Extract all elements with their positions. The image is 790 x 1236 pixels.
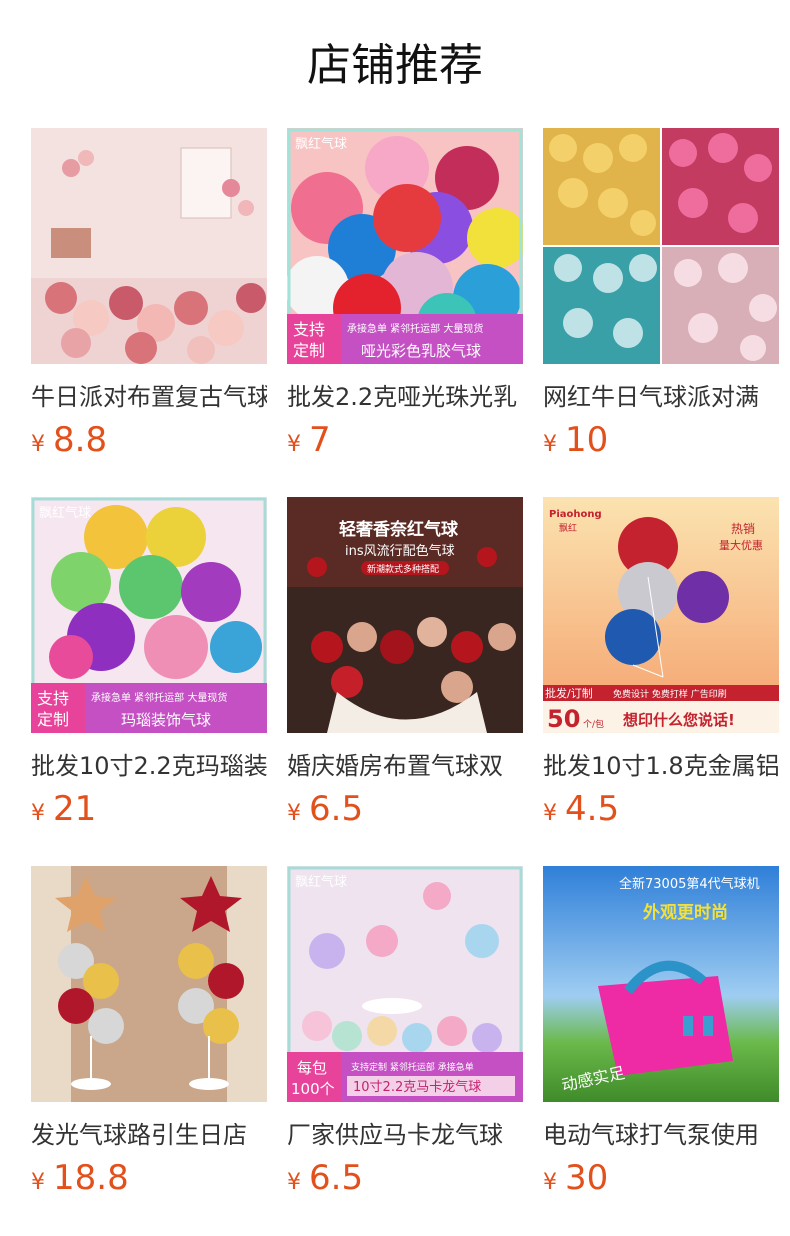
product-image[interactable]: 轻奢香奈红气球 ins风流行配色气球 新潮款式多种搭配 (287, 497, 523, 733)
price-value: 30 (565, 1158, 609, 1198)
product-image[interactable]: Piaohong 飘红 热销 量大优惠 批发/订制 免费设计 免费打样 广告印刷… (543, 497, 779, 733)
product-name[interactable]: 厂家供应马卡龙气球 (287, 1120, 523, 1150)
section-title: 店铺推荐 (307, 40, 483, 91)
currency-symbol: ¥ (543, 432, 557, 457)
svg-text:批发/订制: 批发/订制 (545, 686, 593, 700)
svg-text:新潮款式多种搭配: 新潮款式多种搭配 (367, 563, 439, 575)
currency-symbol: ¥ (287, 1170, 301, 1195)
svg-text:玛瑙装饰气球: 玛瑙装饰气球 (121, 711, 211, 729)
product-card[interactable]: 轻奢香奈红气球 ins风流行配色气球 新潮款式多种搭配 婚庆婚房布置气球双 ¥6… (287, 497, 523, 829)
product-name[interactable]: 批发10寸2.2克玛瑙装 (31, 751, 267, 781)
product-price: ¥4.5 (543, 789, 779, 829)
svg-text:定制: 定制 (37, 710, 69, 729)
product-price: ¥8.8 (31, 420, 267, 460)
product-name[interactable]: 批发2.2克哑光珠光乳 (287, 382, 523, 412)
product-card[interactable]: 牛日派对布置复古气球 ¥8.8 (31, 128, 267, 460)
price-value: 21 (53, 789, 97, 829)
product-card[interactable]: 发光气球路引生日店 ¥18.8 (31, 866, 267, 1198)
currency-symbol: ¥ (287, 801, 301, 826)
price-value: 8.8 (53, 420, 108, 460)
currency-symbol: ¥ (31, 1170, 45, 1195)
product-card[interactable]: 飘红气球 支持 定制 承接急单 紧邻托运部 大量现货 玛瑙装饰气球 批发10寸2… (31, 497, 267, 829)
price-value: 6.5 (309, 789, 364, 829)
svg-text:10寸2.2克马卡龙气球: 10寸2.2克马卡龙气球 (353, 1079, 481, 1095)
product-price: ¥30 (543, 1158, 779, 1198)
product-price: ¥18.8 (31, 1158, 267, 1198)
price-value: 7 (309, 420, 331, 460)
currency-symbol: ¥ (31, 801, 45, 826)
product-card[interactable]: Piaohong 飘红 热销 量大优惠 批发/订制 免费设计 免费打样 广告印刷… (543, 497, 779, 829)
product-card[interactable]: 网红牛日气球派对满 ¥10 (543, 128, 779, 460)
svg-text:飘红气球: 飘红气球 (295, 874, 347, 890)
svg-text:50: 50 (547, 705, 580, 733)
svg-text:支持定制 紧邻托运部 承接急单: 支持定制 紧邻托运部 承接急单 (351, 1061, 474, 1073)
product-name[interactable]: 婚庆婚房布置气球双 (287, 751, 523, 781)
currency-symbol: ¥ (543, 801, 557, 826)
svg-text:Piaohong: Piaohong (549, 509, 602, 520)
svg-text:承接急单 紧邻托运部 大量现货: 承接急单 紧邻托运部 大量现货 (347, 322, 483, 335)
price-value: 4.5 (565, 789, 620, 829)
svg-text:个/包: 个/包 (583, 718, 604, 730)
product-image[interactable]: 飘红气球 每包 100个 支持定制 紧邻托运部 承接急单 10寸2.2克马卡龙气… (287, 866, 523, 1102)
product-name[interactable]: 批发10寸1.8克金属铝 (543, 751, 779, 781)
product-price: ¥6.5 (287, 1158, 523, 1198)
product-name[interactable]: 牛日派对布置复古气球 (31, 382, 267, 412)
svg-text:免费设计 免费打样 广告印刷: 免费设计 免费打样 广告印刷 (613, 688, 727, 700)
svg-text:飘红: 飘红 (559, 522, 577, 534)
svg-text:定制: 定制 (293, 341, 325, 360)
product-image[interactable] (543, 128, 779, 364)
product-image[interactable]: 飘红气球 支持 定制 承接急单 紧邻托运部 大量现货 哑光彩色乳胶气球 (287, 128, 523, 364)
store-recommendations-page: 店铺推荐 牛日派对布置复古气球 ¥ 8.8 飘红气球 支持 定制 承接急单 紧邻… (0, 0, 790, 1236)
svg-text:支持: 支持 (37, 689, 69, 708)
product-price: ¥7 (287, 420, 523, 460)
svg-text:想印什么您说话!: 想印什么您说话! (622, 711, 735, 729)
product-image[interactable] (31, 866, 267, 1102)
svg-text:外观更时尚: 外观更时尚 (643, 902, 728, 923)
product-price: ¥21 (31, 789, 267, 829)
brand-watermark: 飘红气球 (295, 136, 347, 152)
currency-symbol: ¥ (31, 432, 45, 457)
product-name[interactable]: 发光气球路引生日店 (31, 1120, 267, 1150)
price-value: 6.5 (309, 1158, 364, 1198)
svg-text:热销: 热销 (731, 522, 755, 536)
svg-text:支持: 支持 (293, 320, 325, 339)
product-price: ¥10 (543, 420, 779, 460)
svg-text:ins风流行配色气球: ins风流行配色气球 (345, 543, 455, 559)
product-name[interactable]: 网红牛日气球派对满 (543, 382, 779, 412)
product-image[interactable] (31, 128, 267, 364)
product-card[interactable]: 全新73005第4代气球机 外观更时尚 动感实足 电动气球打气泵使用 ¥30 (543, 866, 779, 1198)
svg-text:哑光彩色乳胶气球: 哑光彩色乳胶气球 (361, 342, 481, 360)
svg-text:轻奢香奈红气球: 轻奢香奈红气球 (339, 519, 459, 540)
product-name[interactable]: 电动气球打气泵使用 (543, 1120, 779, 1150)
product-image[interactable]: 全新73005第4代气球机 外观更时尚 动感实足 (543, 866, 779, 1102)
svg-text:100个: 100个 (291, 1080, 335, 1098)
product-card[interactable]: 飘红气球 支持 定制 承接急单 紧邻托运部 大量现货 哑光彩色乳胶气球 批发2.… (287, 128, 523, 460)
price-value: 18.8 (53, 1158, 129, 1198)
price-value: 10 (565, 420, 609, 460)
currency-symbol: ¥ (287, 432, 301, 457)
svg-text:承接急单 紧邻托运部 大量现货: 承接急单 紧邻托运部 大量现货 (91, 691, 227, 704)
product-image[interactable]: 飘红气球 支持 定制 承接急单 紧邻托运部 大量现货 玛瑙装饰气球 (31, 497, 267, 733)
svg-text:量大优惠: 量大优惠 (719, 538, 763, 552)
svg-text:全新73005第4代气球机: 全新73005第4代气球机 (619, 876, 760, 892)
svg-text:每包: 每包 (297, 1059, 327, 1077)
product-price: ¥6.5 (287, 789, 523, 829)
currency-symbol: ¥ (543, 1170, 557, 1195)
product-card[interactable]: 飘红气球 每包 100个 支持定制 紧邻托运部 承接急单 10寸2.2克马卡龙气… (287, 866, 523, 1198)
svg-text:飘红气球: 飘红气球 (39, 505, 91, 521)
